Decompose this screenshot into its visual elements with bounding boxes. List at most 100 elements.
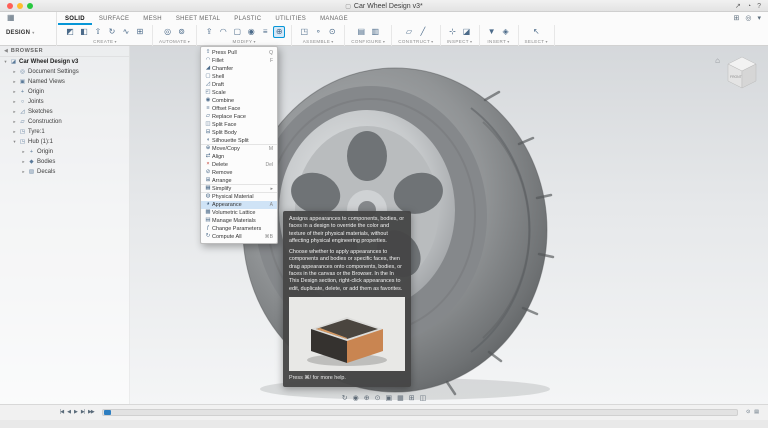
tab-sheet-metal[interactable]: SHEET METAL: [169, 12, 227, 25]
menu-item-fillet[interactable]: ◠ Fillet F: [201, 57, 277, 65]
menu-item-remove[interactable]: ⊘ Remove: [201, 169, 277, 177]
tab-manage[interactable]: MANAGE: [313, 12, 355, 25]
create-sketch-icon[interactable]: ◩: [64, 26, 76, 38]
timeline-zoom-icon[interactable]: ⊙: [746, 410, 749, 415]
browser-item-joints[interactable]: ▸ ○ Joints: [0, 97, 129, 107]
step-forward-icon[interactable]: ▶|: [81, 410, 84, 415]
menu-item-change-parameters[interactable]: ƒ Change Parameters: [201, 225, 277, 233]
combine-icon[interactable]: ◉: [245, 26, 257, 38]
measure-icon[interactable]: ⊹: [447, 26, 459, 38]
tab-plastic[interactable]: PLASTIC: [227, 12, 268, 25]
toolbar-group-inspect-dropdown[interactable]: INSPECT ▾: [447, 39, 473, 44]
extensions-icon[interactable]: ⊞: [734, 15, 740, 22]
go-to-start-icon[interactable]: |◀: [60, 410, 63, 415]
collapse-ribbon-icon[interactable]: ▾: [757, 15, 761, 22]
go-to-end-icon[interactable]: ▶▶: [88, 410, 94, 415]
menu-item-delete[interactable]: × Delete Del: [201, 161, 277, 169]
expander-icon[interactable]: ▸: [12, 79, 17, 85]
expander-icon[interactable]: ▸: [21, 169, 26, 175]
collapse-browser-icon[interactable]: ◀: [4, 48, 8, 54]
toolbar-group-modify-dropdown[interactable]: MODIFY ▾: [233, 39, 256, 44]
grid-snap-icon[interactable]: ⊞: [409, 395, 415, 402]
menu-item-offset-face[interactable]: ≡ Offset Face: [201, 105, 277, 113]
timeline-position-marker[interactable]: [104, 410, 111, 415]
menu-item-scale[interactable]: ◰ Scale: [201, 89, 277, 97]
pattern-icon[interactable]: ⊞: [134, 26, 146, 38]
tab-solid[interactable]: SOLID: [58, 12, 92, 25]
menu-item-shell[interactable]: ▢ Shell: [201, 73, 277, 81]
offset-face-icon[interactable]: ≡: [259, 26, 271, 38]
expander-icon[interactable]: ▸: [12, 89, 17, 95]
menu-item-arrange[interactable]: ⊞ Arrange: [201, 177, 277, 185]
display-settings-icon[interactable]: ▦: [397, 395, 404, 402]
configuration-icon[interactable]: ▤: [355, 26, 367, 38]
fit-icon[interactable]: ▣: [385, 395, 392, 402]
automate-icon[interactable]: ◎: [162, 26, 174, 38]
menu-item-chamfer[interactable]: ◢ Chamfer: [201, 65, 277, 73]
move-copy-icon[interactable]: ⊕: [273, 26, 285, 38]
insert-derive-icon[interactable]: ◈: [500, 26, 512, 38]
tab-surface[interactable]: SURFACE: [92, 12, 136, 25]
expander-icon[interactable]: ▸: [12, 119, 17, 125]
configuration-table-icon[interactable]: ▥: [369, 26, 381, 38]
tab-utilities[interactable]: UTILITIES: [268, 12, 313, 25]
orbit-icon[interactable]: ↻: [342, 395, 348, 402]
pan-icon[interactable]: ⊕: [364, 395, 370, 402]
share-icon[interactable]: ↗: [735, 3, 741, 10]
expander-icon[interactable]: ▸: [12, 129, 17, 135]
expander-icon[interactable]: ▸: [12, 109, 17, 115]
insert-mesh-icon[interactable]: ▼: [486, 26, 498, 38]
design-workspace-dropdown[interactable]: DESIGN ▾: [6, 30, 34, 36]
sweep-icon[interactable]: ∿: [120, 26, 132, 38]
expander-icon[interactable]: ▸: [21, 159, 26, 165]
section-analysis-icon[interactable]: ◪: [461, 26, 473, 38]
app-launcher-icon[interactable]: ▦: [7, 14, 15, 22]
menu-item-press-pull[interactable]: ⇪ Press Pull Q: [201, 49, 277, 57]
tab-mesh[interactable]: MESH: [136, 12, 169, 25]
toolbar-group-configure-dropdown[interactable]: CONFIGURE ▾: [351, 39, 385, 44]
view-cube[interactable]: FRONT: [724, 54, 760, 90]
toolbar-group-create-dropdown[interactable]: CREATE ▾: [93, 39, 117, 44]
browser-item-hub-decals[interactable]: ▸ ▧ Decals: [0, 167, 129, 177]
browser-item-hub-origin[interactable]: ▸ + Origin: [0, 147, 129, 157]
as-built-joint-icon[interactable]: ⊙: [326, 26, 338, 38]
fillet-icon[interactable]: ◠: [217, 26, 229, 38]
browser-item-document-settings[interactable]: ▸ ◎ Document Settings: [0, 67, 129, 77]
browser-item-named-views[interactable]: ▸ ▣ Named Views: [0, 77, 129, 87]
notifications-icon[interactable]: ◎: [745, 15, 751, 22]
step-back-icon[interactable]: ◀: [67, 410, 70, 415]
menu-item-replace-face[interactable]: ▱ Replace Face: [201, 113, 277, 121]
menu-item-move-copy[interactable]: ⊕ Move/Copy M: [201, 145, 277, 153]
zoom-icon[interactable]: ⊙: [375, 395, 381, 402]
user-avatar-icon[interactable]: ◔: [747, 3, 751, 10]
timeline-track[interactable]: [102, 409, 738, 416]
select-tool-icon[interactable]: ↖: [530, 26, 542, 38]
browser-item-sketches[interactable]: ▸ ◿ Sketches: [0, 107, 129, 117]
browser-item-root[interactable]: ▾ ◪ Car Wheel Design v3: [0, 57, 129, 67]
toolbar-group-construct-dropdown[interactable]: CONSTRUCT ▾: [398, 39, 433, 44]
expander-icon[interactable]: ▾: [12, 139, 17, 145]
revolve-icon[interactable]: ↻: [106, 26, 118, 38]
menu-item-combine[interactable]: ◉ Combine: [201, 97, 277, 105]
menu-item-split-face[interactable]: ◫ Split Face: [201, 121, 277, 129]
browser-item-tyre-1[interactable]: ▸ ◳ Tyre:1: [0, 127, 129, 137]
toolbar-group-select-dropdown[interactable]: SELECT ▾: [525, 39, 548, 44]
timeline-options-icon[interactable]: ▤: [754, 410, 758, 415]
scripts-addins-icon[interactable]: ⊚: [176, 26, 188, 38]
expander-icon[interactable]: ▸: [21, 149, 26, 155]
browser-item-origin[interactable]: ▸ + Origin: [0, 87, 129, 97]
menu-item-volumetric-lattice[interactable]: ▩ Volumetric Lattice: [201, 209, 277, 217]
shell-icon[interactable]: ▢: [231, 26, 243, 38]
home-view-icon[interactable]: ⌂: [715, 56, 720, 65]
menu-item-compute-all[interactable]: ↻ Compute All ⌘B: [201, 233, 277, 241]
browser-item-hub-bodies[interactable]: ▸ ◆ Bodies: [0, 157, 129, 167]
menu-item-split-body[interactable]: ⊟ Split Body: [201, 129, 277, 137]
menu-item-align[interactable]: ⇄ Align: [201, 153, 277, 161]
new-component-icon[interactable]: ◳: [298, 26, 310, 38]
browser-item-hub-1-1[interactable]: ▾ ◳ Hub (1):1: [0, 137, 129, 147]
expander-icon[interactable]: ▸: [12, 99, 17, 105]
extrude-icon[interactable]: ⇧: [92, 26, 104, 38]
expander-icon[interactable]: ▸: [12, 69, 17, 75]
expander-icon[interactable]: ▾: [3, 59, 8, 65]
create-form-icon[interactable]: ◧: [78, 26, 90, 38]
